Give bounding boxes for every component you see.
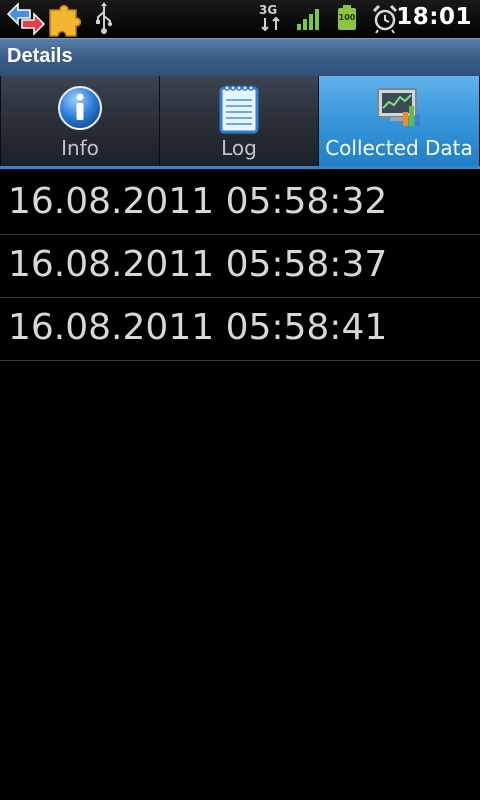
- 3g-data-icon: 3G: [258, 0, 284, 38]
- tab-info-label: Info: [61, 136, 99, 160]
- status-bar: 3G 100 18:01: [0, 0, 480, 38]
- list-item-timestamp: 16.08.2011 05:58:37: [8, 244, 388, 285]
- sync-arrows-icon: [6, 2, 46, 36]
- page-title: Details: [7, 45, 73, 67]
- list-item[interactable]: 16.08.2011 05:58:37: [0, 235, 480, 298]
- tab-underline: [0, 166, 480, 169]
- chart-monitor-icon: [377, 88, 420, 126]
- list-item[interactable]: 16.08.2011 05:58:32: [0, 172, 480, 235]
- list-item-timestamp: 16.08.2011 05:58:32: [8, 181, 388, 222]
- collected-data-list: 16.08.2011 05:58:32 16.08.2011 05:58:37 …: [0, 172, 480, 361]
- tab-info[interactable]: Info: [0, 76, 160, 166]
- puzzle-icon: [49, 4, 82, 37]
- list-item[interactable]: 16.08.2011 05:58:41: [0, 298, 480, 361]
- status-time: 18:01: [396, 4, 472, 30]
- title-bar: Details: [0, 38, 480, 76]
- usb-icon: [96, 2, 113, 34]
- list-item-timestamp: 16.08.2011 05:58:41: [8, 307, 388, 348]
- tab-collected-data-label: Collected Data: [325, 136, 473, 160]
- tab-log[interactable]: Log: [160, 76, 319, 166]
- signal-icon: [297, 9, 319, 30]
- tab-collected-data[interactable]: Collected Data: [319, 76, 480, 166]
- battery-icon: 100: [337, 0, 357, 38]
- tab-bar: Info Log Collected Data: [0, 76, 480, 169]
- notepad-icon: [219, 85, 259, 134]
- info-icon: [58, 86, 102, 130]
- tab-log-label: Log: [221, 136, 257, 160]
